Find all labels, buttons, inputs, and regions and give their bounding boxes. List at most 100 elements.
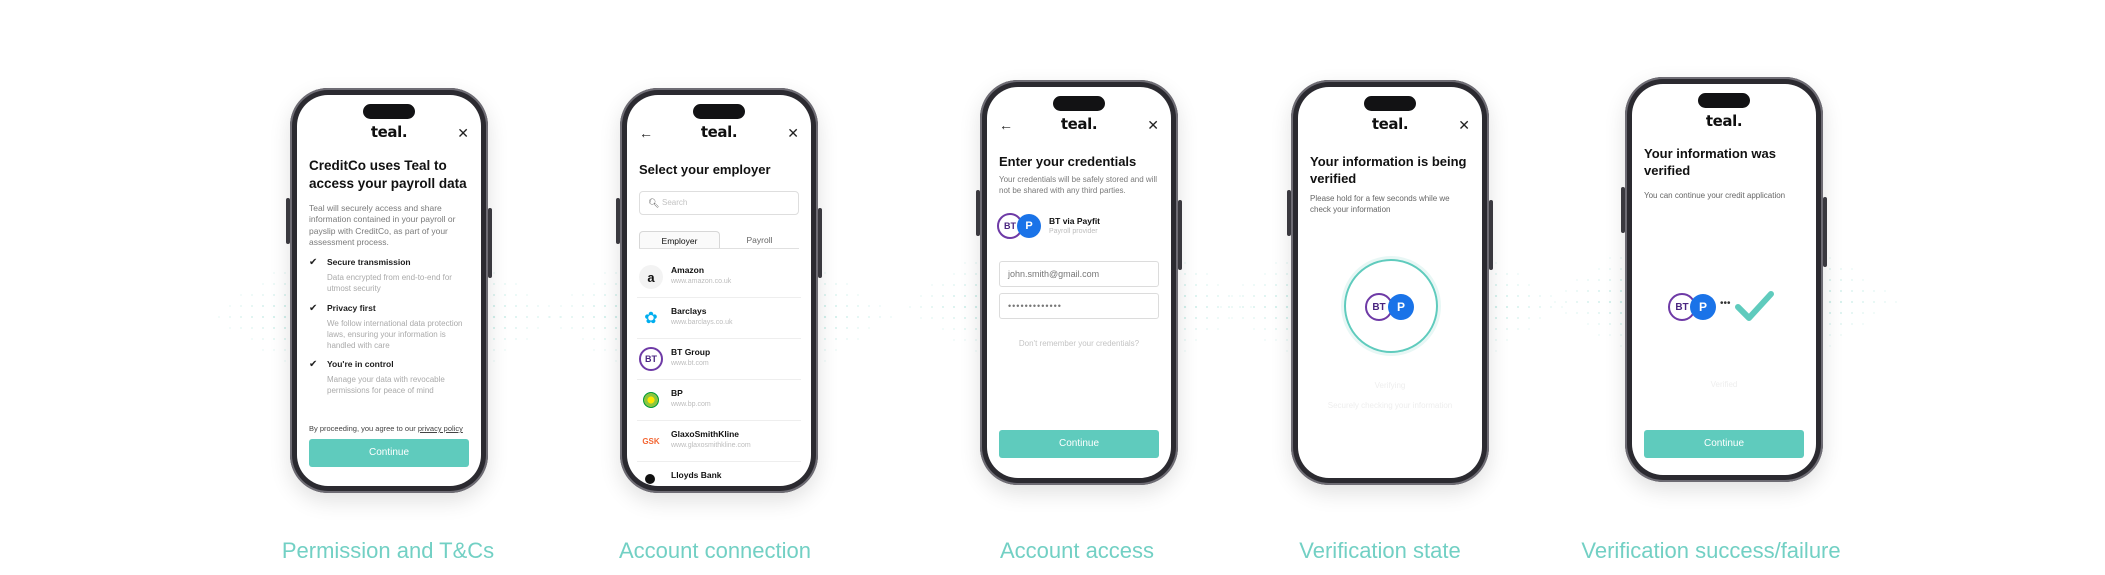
decorative-dot bbox=[1195, 317, 1197, 319]
email-field[interactable]: john.smith@gmail.com bbox=[999, 261, 1159, 287]
decorative-dot bbox=[1828, 300, 1832, 304]
decorative-dot bbox=[1840, 334, 1842, 336]
decorative-dot bbox=[1884, 301, 1886, 303]
list-item[interactable]: BP www.bp.com bbox=[637, 380, 801, 421]
list-item[interactable]: GSK GlaxoSmithKline www.glaxosmithkline.… bbox=[637, 421, 801, 462]
provider-subtitle: Payroll provider bbox=[1049, 228, 1098, 235]
decorative-dot bbox=[1884, 290, 1886, 292]
decorative-dot bbox=[537, 327, 539, 329]
decorative-dot bbox=[963, 316, 967, 320]
decorative-dot bbox=[272, 315, 276, 319]
decorative-dot bbox=[1539, 306, 1541, 308]
decorative-dot bbox=[1217, 317, 1219, 319]
continue-button[interactable]: Continue bbox=[309, 439, 469, 467]
list-item[interactable]: ✿ Barclays www.barclays.co.uk bbox=[637, 298, 801, 339]
decorative-dot bbox=[1285, 316, 1289, 320]
list-item[interactable]: a Amazon www.amazon.co.uk bbox=[637, 257, 801, 298]
decorative-dot bbox=[262, 327, 264, 329]
decorative-dot bbox=[548, 316, 550, 318]
search-input[interactable]: 🔍︎ Search bbox=[639, 191, 799, 215]
decorative-dot bbox=[909, 306, 911, 308]
decorative-dot bbox=[1264, 339, 1266, 341]
decorative-dot bbox=[1850, 300, 1854, 304]
decorative-dot bbox=[1829, 268, 1831, 270]
back-arrow-icon[interactable]: ← bbox=[639, 126, 653, 140]
teal-logo: teal. bbox=[1371, 115, 1409, 133]
decorative-dot bbox=[492, 304, 496, 308]
decorative-dot bbox=[846, 338, 848, 340]
decorative-dot bbox=[1217, 328, 1219, 330]
consent-text: By proceeding, you agree to our privacy … bbox=[309, 424, 469, 433]
decorative-dot bbox=[1494, 294, 1498, 298]
decorative-dot bbox=[1862, 312, 1864, 314]
decorative-dot bbox=[283, 326, 287, 330]
employer-url: www.glaxosmithkline.com bbox=[671, 442, 751, 449]
decorative-dot bbox=[1506, 317, 1508, 319]
teal-logo: teal. bbox=[1060, 115, 1098, 133]
provider-row: BT P BT via Payfit Payroll provider bbox=[997, 213, 1167, 243]
barclays-logo-icon: ✿ bbox=[644, 310, 658, 327]
dynamic-island bbox=[363, 104, 415, 119]
list-item[interactable]: Lloyds Bank bbox=[637, 462, 801, 486]
decorative-dot bbox=[1550, 306, 1552, 308]
decorative-dot bbox=[931, 295, 933, 297]
tab-employer[interactable]: Employer bbox=[639, 231, 720, 248]
decorative-dot bbox=[571, 294, 573, 296]
page-title: Your information is being verified bbox=[1310, 154, 1467, 186]
close-icon[interactable]: ✕ bbox=[787, 126, 799, 140]
decorative-dot bbox=[953, 295, 955, 297]
close-icon[interactable]: ✕ bbox=[457, 126, 469, 140]
decorative-dot bbox=[1264, 328, 1266, 330]
phone-permission: teal. ✕ CreditCo uses Teal to access you… bbox=[286, 88, 492, 493]
tab-payroll[interactable]: Payroll bbox=[720, 231, 799, 248]
dynamic-island bbox=[693, 104, 745, 119]
decorative-dot bbox=[284, 349, 286, 351]
screen-verified: teal. Your information was verified You … bbox=[1632, 84, 1816, 475]
decorative-dot bbox=[1873, 290, 1875, 292]
decorative-dot bbox=[890, 316, 892, 318]
decorative-dot bbox=[942, 295, 944, 297]
decorative-dot bbox=[229, 327, 231, 329]
decorative-dot bbox=[1840, 279, 1842, 281]
decorative-dot bbox=[824, 360, 826, 362]
decorative-dot bbox=[1576, 279, 1578, 281]
check-icon: ✔ bbox=[309, 359, 318, 370]
back-arrow-icon[interactable]: ← bbox=[999, 118, 1013, 132]
decorative-dot bbox=[592, 315, 596, 319]
feature-desc: Data encrypted from end-to-end for utmos… bbox=[327, 273, 452, 293]
decorative-dot bbox=[1829, 323, 1831, 325]
decorative-dot bbox=[515, 294, 517, 296]
lloyds-logo-icon bbox=[645, 474, 655, 484]
decorative-dot bbox=[1275, 262, 1277, 264]
decorative-dot bbox=[868, 327, 870, 329]
decorative-dot bbox=[615, 338, 617, 340]
decorative-dot bbox=[1275, 339, 1277, 341]
decorative-dot bbox=[920, 295, 922, 297]
decorative-dot bbox=[1184, 262, 1186, 264]
decorative-dot bbox=[614, 326, 618, 330]
privacy-policy-link[interactable]: privacy policy bbox=[418, 424, 463, 433]
decorative-dot bbox=[1506, 273, 1508, 275]
close-icon[interactable]: ✕ bbox=[1458, 118, 1470, 132]
decorative-dot bbox=[604, 294, 606, 296]
close-icon[interactable]: ✕ bbox=[1147, 118, 1159, 132]
continue-button[interactable]: Continue bbox=[1644, 430, 1804, 458]
password-field[interactable]: ••••••••••••• bbox=[999, 293, 1159, 319]
decorative-dot bbox=[515, 327, 517, 329]
list-item[interactable]: BT BT Group www.bt.com bbox=[637, 339, 801, 380]
decorative-dot bbox=[835, 327, 837, 329]
payfit-logo-icon: P bbox=[1017, 214, 1041, 238]
feature-title: You're in control bbox=[327, 359, 394, 369]
decorative-dot bbox=[857, 294, 859, 296]
decorative-dot bbox=[835, 294, 837, 296]
decorative-dot bbox=[1840, 268, 1842, 270]
decorative-dot bbox=[1506, 284, 1508, 286]
forgot-credentials-link[interactable]: Don't remember your credentials? bbox=[987, 339, 1171, 348]
decorative-dot bbox=[974, 316, 978, 320]
decorative-dot bbox=[1851, 279, 1853, 281]
continue-button[interactable]: Continue bbox=[999, 430, 1159, 458]
check-icon bbox=[1735, 291, 1774, 321]
decorative-dot bbox=[240, 305, 242, 307]
decorative-dot bbox=[1495, 284, 1497, 286]
page-title: Your information was verified bbox=[1644, 146, 1776, 178]
